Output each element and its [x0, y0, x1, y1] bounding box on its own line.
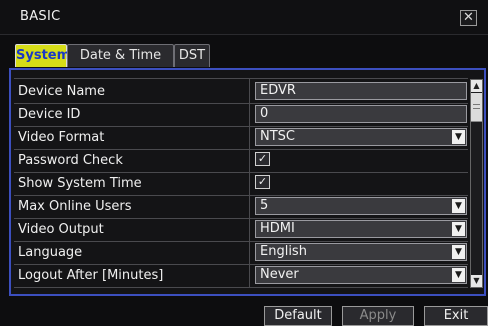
column-divider — [249, 102, 250, 126]
password-check-label: Password Check — [18, 153, 123, 168]
tab-system[interactable]: System — [15, 44, 70, 67]
max-online-users-value: 5 — [260, 198, 269, 213]
scrollbar[interactable]: ▲ ▼ — [470, 79, 483, 288]
logout-after-select[interactable]: Never ▼ — [255, 266, 467, 284]
video-format-label: Video Format — [18, 130, 105, 145]
video-output-select[interactable]: HDMI ▼ — [255, 220, 467, 238]
checkmark-icon: ✓ — [257, 152, 268, 165]
close-icon: ✕ — [463, 10, 474, 25]
scroll-up-icon[interactable]: ▲ — [471, 80, 482, 92]
max-online-users-label: Max Online Users — [18, 199, 132, 214]
max-online-users-select[interactable]: 5 ▼ — [255, 197, 467, 215]
row-logout-after: Logout After [Minutes] Never ▼ — [14, 263, 468, 288]
close-button[interactable]: ✕ — [460, 10, 477, 26]
column-divider — [249, 171, 250, 195]
default-button[interactable]: Default — [264, 306, 332, 326]
column-divider — [249, 263, 250, 287]
column-divider — [249, 79, 250, 103]
logout-after-label: Logout After [Minutes] — [18, 268, 164, 283]
tab-dst[interactable]: DST — [174, 44, 210, 67]
language-value: English — [260, 244, 307, 259]
logout-after-value: Never — [260, 267, 299, 282]
column-divider — [249, 240, 250, 264]
row-max-online-users: Max Online Users 5 ▼ — [14, 194, 468, 219]
settings-grid: Device Name EDVR Device ID 0 Video Forma… — [14, 78, 468, 289]
chevron-down-icon[interactable]: ▼ — [452, 199, 465, 213]
video-output-value: HDMI — [260, 221, 295, 236]
language-select[interactable]: English ▼ — [255, 243, 467, 261]
chevron-down-icon[interactable]: ▼ — [452, 222, 465, 236]
scroll-down-icon[interactable]: ▼ — [471, 275, 482, 287]
column-divider — [249, 125, 250, 149]
chevron-down-icon[interactable]: ▼ — [452, 245, 465, 259]
row-device-id: Device ID 0 — [14, 102, 468, 127]
window-title: BASIC — [20, 9, 61, 24]
device-id-input[interactable]: 0 — [255, 105, 467, 123]
column-divider — [249, 148, 250, 172]
row-language: Language English ▼ — [14, 240, 468, 265]
device-id-label: Device ID — [18, 107, 81, 122]
column-divider — [249, 194, 250, 218]
row-show-system-time: Show System Time ✓ — [14, 171, 468, 196]
device-name-label: Device Name — [18, 84, 105, 99]
video-format-select[interactable]: NTSC ▼ — [255, 128, 467, 146]
video-output-label: Video Output — [18, 222, 104, 237]
exit-button[interactable]: Exit — [424, 306, 488, 326]
row-video-output: Video Output HDMI ▼ — [14, 217, 468, 242]
scroll-thumb[interactable] — [471, 93, 482, 122]
show-system-time-label: Show System Time — [18, 176, 142, 191]
title-bar: BASIC ✕ — [0, 0, 488, 35]
language-label: Language — [18, 245, 83, 260]
chevron-down-icon[interactable]: ▼ — [452, 130, 465, 144]
row-device-name: Device Name EDVR — [14, 79, 468, 104]
chevron-down-icon[interactable]: ▼ — [452, 268, 465, 282]
apply-button[interactable]: Apply — [342, 306, 414, 326]
password-check-checkbox[interactable]: ✓ — [255, 152, 270, 166]
column-divider — [249, 217, 250, 241]
video-format-value: NTSC — [260, 129, 295, 144]
checkmark-icon: ✓ — [257, 175, 268, 188]
show-system-time-checkbox[interactable]: ✓ — [255, 175, 270, 189]
tab-date-time[interactable]: Date & Time — [67, 44, 174, 67]
device-name-input[interactable]: EDVR — [255, 82, 467, 100]
row-video-format: Video Format NTSC ▼ — [14, 125, 468, 150]
row-password-check: Password Check ✓ — [14, 148, 468, 173]
